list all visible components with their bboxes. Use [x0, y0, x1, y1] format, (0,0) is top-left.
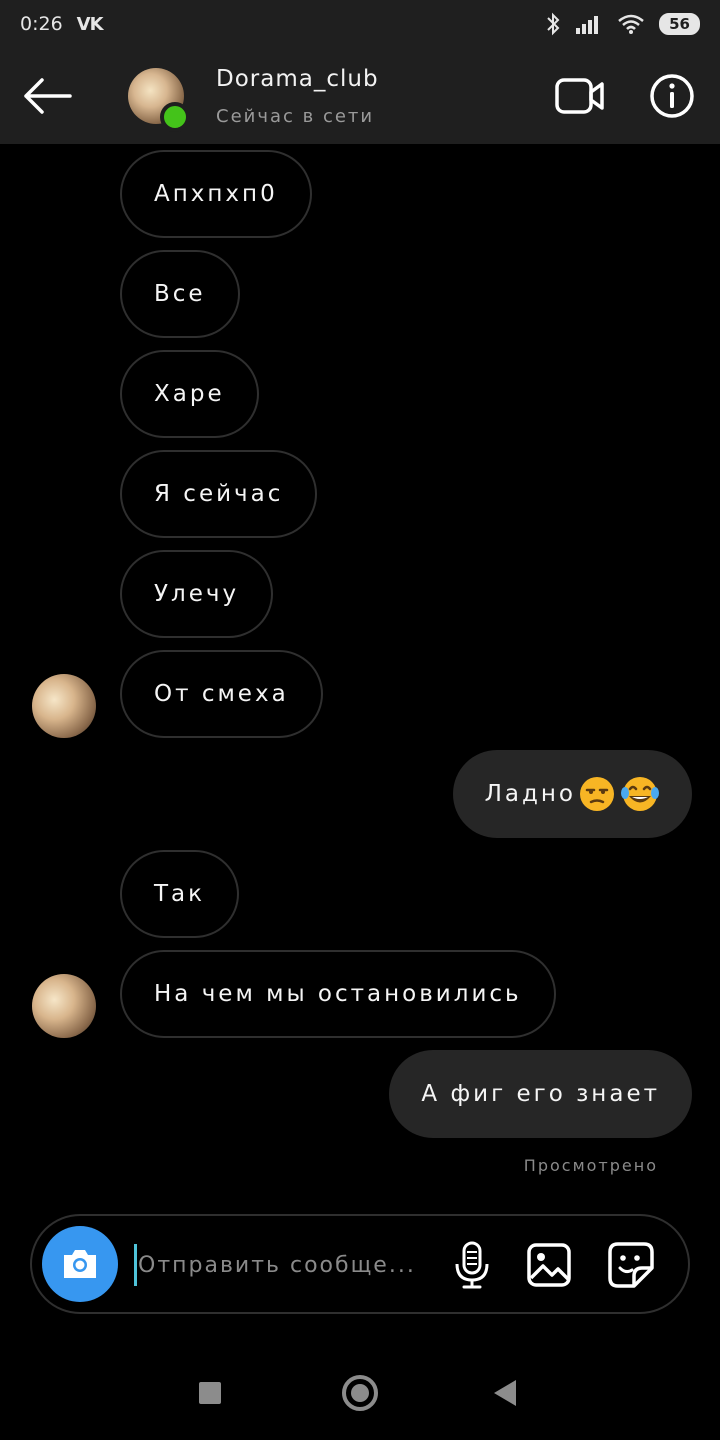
message-input[interactable]	[138, 1242, 438, 1288]
microphone-icon[interactable]	[452, 1240, 492, 1290]
message-text: Все	[154, 281, 206, 307]
status-right: 56	[545, 12, 700, 36]
online-status: Сейчас в сети	[216, 106, 375, 127]
message-text: От смеха	[154, 681, 289, 707]
incoming-message[interactable]: Харе	[120, 350, 259, 438]
home-button[interactable]	[342, 1375, 378, 1411]
message-text: На чем мы остановились	[154, 981, 522, 1007]
online-indicator	[160, 102, 190, 132]
message-text: Улечу	[154, 581, 240, 607]
message-text: Ладно	[484, 781, 576, 807]
camera-icon	[64, 1250, 96, 1278]
sender-avatar[interactable]	[32, 974, 96, 1038]
vk-icon: VK	[76, 13, 104, 35]
status-bar: 0:26 VK 56	[0, 0, 720, 48]
face-with-tears-of-joy-icon	[621, 777, 659, 811]
video-call-icon[interactable]	[554, 76, 606, 116]
unamused-face-icon	[580, 777, 614, 811]
message-text: Харе	[154, 381, 225, 407]
sender-avatar[interactable]	[32, 674, 96, 738]
message-composer	[30, 1214, 690, 1314]
incoming-message[interactable]: От смеха	[120, 650, 323, 738]
chat-header: Dorama_club Сейчас в сети	[0, 48, 720, 144]
system-back-button[interactable]	[494, 1380, 516, 1406]
message-text: Апхпхп0	[154, 181, 278, 207]
recent-apps-button[interactable]	[199, 1382, 221, 1404]
contact-name[interactable]: Dorama_club	[216, 66, 379, 92]
camera-button[interactable]	[42, 1226, 118, 1302]
sticker-icon[interactable]	[606, 1240, 656, 1290]
incoming-message[interactable]: Все	[120, 250, 240, 338]
bluetooth-icon	[547, 12, 560, 36]
signal-icon	[576, 16, 599, 34]
status-left: 0:26 VK	[20, 13, 104, 35]
incoming-message[interactable]: Апхпхп0	[120, 150, 312, 238]
incoming-message[interactable]: На чем мы остановились	[120, 950, 556, 1038]
system-navigation-bar	[0, 1340, 720, 1440]
incoming-message[interactable]: Так	[120, 850, 240, 938]
message-text: Так	[154, 881, 206, 907]
seen-label: Просмотрено	[523, 1156, 658, 1175]
text-cursor	[134, 1244, 137, 1286]
info-icon[interactable]	[648, 72, 696, 120]
incoming-message[interactable]: Улечу	[120, 550, 274, 638]
battery-indicator: 56	[659, 13, 700, 35]
outgoing-message[interactable]: Ладно	[452, 750, 692, 838]
status-time: 0:26	[20, 13, 63, 35]
message-text: Я сейчас	[154, 481, 284, 507]
wifi-icon	[618, 14, 644, 34]
message-text: А фиг его знает	[421, 1081, 660, 1107]
gallery-icon[interactable]	[526, 1242, 572, 1288]
outgoing-message[interactable]: А фиг его знает	[389, 1050, 692, 1138]
back-arrow-icon[interactable]	[20, 76, 74, 116]
incoming-message[interactable]: Я сейчас	[120, 450, 318, 538]
